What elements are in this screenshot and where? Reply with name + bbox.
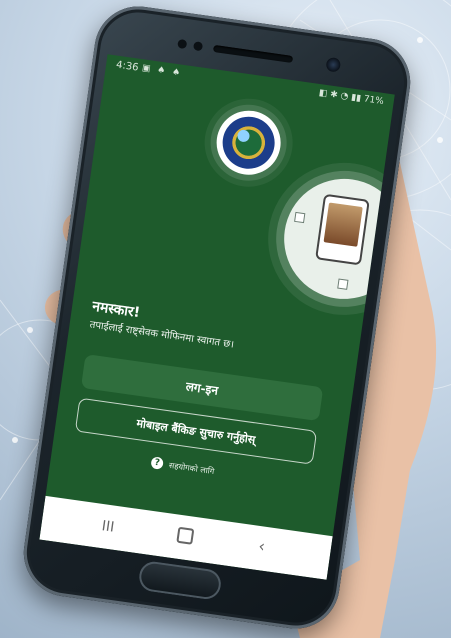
help-label: सहयोगको लागि <box>168 460 215 476</box>
phone-profile-icon <box>315 193 370 266</box>
status-time: 4:36 <box>115 59 140 74</box>
orbit-node-icon <box>294 211 306 224</box>
organization-emblem-icon <box>219 113 279 173</box>
phone-profile-illustration <box>276 171 395 307</box>
recent-apps-icon[interactable]: III <box>101 518 115 536</box>
status-bar: 4:36 ▣ ♠ ♠ ◧ ✱ ◔ ▮▮ 71% <box>105 54 395 114</box>
back-icon[interactable]: ‹ <box>257 536 266 556</box>
smartphone-device: 4:36 ▣ ♠ ♠ ◧ ✱ ◔ ▮▮ 71% नमस्कार! तपाईलाई… <box>18 0 416 635</box>
app-screen: 4:36 ▣ ♠ ♠ ◧ ✱ ◔ ▮▮ 71% नमस्कार! तपाईलाई… <box>39 54 395 580</box>
orbit-node-icon <box>337 278 349 290</box>
earpiece-speaker <box>212 44 294 63</box>
profile-photo <box>323 202 363 247</box>
help-link[interactable]: ? सहयोगको लागि <box>150 456 215 477</box>
orbit-node-icon <box>379 193 391 205</box>
home-icon[interactable] <box>176 526 195 545</box>
notification-icons: ▣ ♠ ♠ <box>141 63 183 79</box>
battery-percentage: 71% <box>363 94 385 108</box>
organization-logo <box>212 106 285 179</box>
question-circle-icon: ? <box>150 456 164 470</box>
proximity-sensor <box>177 38 188 50</box>
front-camera <box>325 56 342 73</box>
connectivity-icons: ◧ ✱ ◔ ▮▮ <box>318 88 362 104</box>
status-right: ◧ ✱ ◔ ▮▮ 71% <box>318 88 384 107</box>
welcome-subtitle: तपाईलाई राष्ट्सेवक मोफिनमा स्वागत छ। <box>88 319 235 351</box>
light-sensor <box>192 41 204 52</box>
physical-home-button[interactable] <box>137 559 223 601</box>
